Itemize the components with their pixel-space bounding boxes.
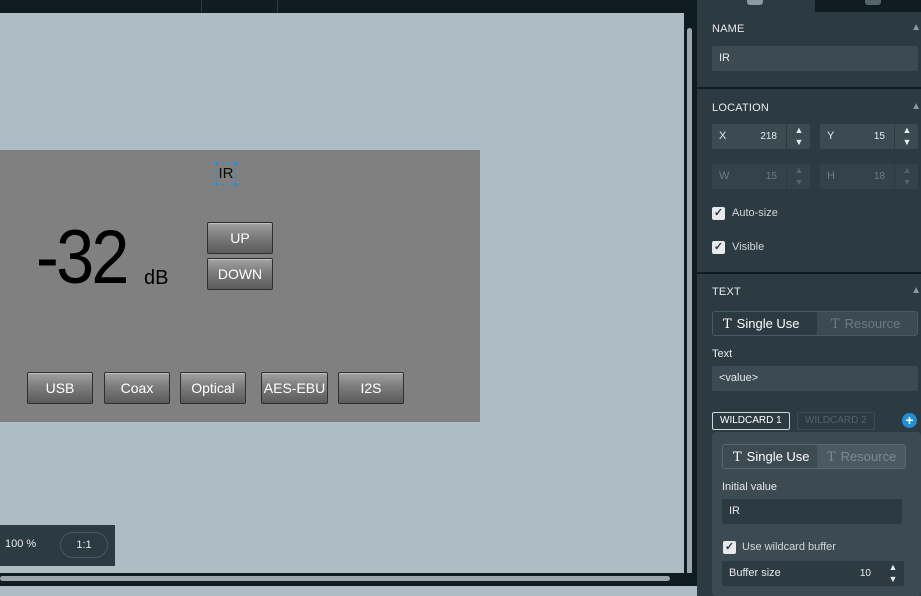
h-stepper: ▲ ▼ xyxy=(894,164,918,189)
x-stepper[interactable]: ▲ ▼ xyxy=(786,124,810,149)
initial-value-label: Initial value xyxy=(722,481,778,493)
y-field[interactable]: Y 15 ▲ ▼ xyxy=(820,124,918,149)
volume-value: -32 xyxy=(36,215,129,300)
w-stepper: ▲ ▼ xyxy=(786,164,810,189)
initial-value: IR xyxy=(729,505,740,517)
wildcard-resource-label: Resource xyxy=(840,449,897,464)
input-coax-button[interactable]: Coax xyxy=(104,372,170,404)
text-type-icon: T xyxy=(723,317,732,332)
canvas-bottom-strip xyxy=(0,586,697,596)
resize-handle[interactable] xyxy=(215,183,218,186)
panel-tabs xyxy=(697,0,921,12)
h-field: H 18 ▲ ▼ xyxy=(820,164,918,189)
zoom-reset-button[interactable]: 1:1 xyxy=(60,532,108,558)
w-value: 15 xyxy=(765,171,777,182)
visible-label: Visible xyxy=(732,241,765,253)
tab-wildcard-1[interactable]: WILDCARD 1 xyxy=(712,412,790,430)
collapse-name-icon[interactable]: ▲ xyxy=(911,22,921,33)
horizontal-scroll-thumb[interactable] xyxy=(0,576,670,581)
x-value: 218 xyxy=(760,131,777,142)
h-value: 18 xyxy=(873,171,885,182)
resize-handle[interactable] xyxy=(215,162,218,165)
wildcard-settings: T Single Use T Resource Initial value IR ✓… xyxy=(712,432,921,596)
tab-wildcard-2[interactable]: WILDCARD 2 xyxy=(797,412,875,430)
collapse-location-icon[interactable]: ▲ xyxy=(911,101,921,112)
buffer-size-stepper[interactable]: ▲ ▼ xyxy=(880,561,904,586)
y-stepper[interactable]: ▲ ▼ xyxy=(894,124,918,149)
section-title-text: TEXT xyxy=(712,286,741,298)
section-divider xyxy=(697,87,921,89)
w-increment-icon: ▲ xyxy=(794,165,804,175)
add-wildcard-icon[interactable]: + xyxy=(902,413,917,428)
single-use-label: Single Use xyxy=(736,316,800,331)
wildcard-single-use-label: Single Use xyxy=(746,449,810,464)
properties-tab-icon xyxy=(747,0,763,5)
single-use-option[interactable]: T Single Use xyxy=(713,312,817,335)
use-buffer-label: Use wildcard buffer xyxy=(742,541,836,553)
buffer-size-value: 10 xyxy=(859,568,871,579)
y-value: 15 xyxy=(873,131,885,142)
resource-option[interactable]: T Resource xyxy=(831,312,900,335)
ir-label-text: IR xyxy=(218,165,234,182)
input-aes-ebu-button[interactable]: AES-EBU xyxy=(261,372,328,404)
name-value: IR xyxy=(719,52,730,64)
autosize-label: Auto-size xyxy=(732,207,778,219)
toolbar-divider xyxy=(277,0,278,12)
properties-panel: NAME ▲ IR LOCATION ▲ X 218 ▲ ▼ Y 15 ▲ ▼ W … xyxy=(697,0,921,596)
x-field[interactable]: X 218 ▲ ▼ xyxy=(712,124,810,149)
h-decrement-icon: ▼ xyxy=(902,177,912,187)
y-label: Y xyxy=(827,130,835,142)
resource-label: Resource xyxy=(844,316,901,331)
initial-value-field[interactable]: IR xyxy=(722,499,902,524)
collapse-text-icon[interactable]: ▲ xyxy=(911,285,921,296)
x-increment-icon[interactable]: ▲ xyxy=(787,124,811,136)
y-increment-icon[interactable]: ▲ xyxy=(895,124,919,136)
section-divider xyxy=(697,272,921,274)
section-title-name: NAME xyxy=(712,23,745,35)
up-button[interactable]: UP xyxy=(207,222,273,254)
zoom-percent: 100 % xyxy=(5,538,37,550)
buffer-increment-icon[interactable]: ▲ xyxy=(881,561,905,573)
down-button[interactable]: DOWN xyxy=(207,258,273,290)
resize-handle[interactable] xyxy=(234,162,237,165)
text-value: <value> xyxy=(719,372,759,384)
resize-handle[interactable] xyxy=(234,183,237,186)
h-increment-icon: ▲ xyxy=(902,165,912,175)
use-buffer-checkbox[interactable]: ✓ xyxy=(723,541,736,554)
resource-type-icon: T xyxy=(831,317,840,332)
input-optical-button[interactable]: Optical xyxy=(180,372,246,404)
buffer-size-field[interactable]: Buffer size 10 ▲ ▼ xyxy=(722,561,904,586)
wildcard-text-type-icon: T xyxy=(733,450,742,465)
h-label: H xyxy=(827,170,835,182)
wildcard-source-toggle[interactable]: T Single Use T Resource xyxy=(722,444,906,469)
section-title-location: LOCATION xyxy=(712,102,770,114)
name-field[interactable]: IR xyxy=(712,46,918,71)
buffer-size-label: Buffer size xyxy=(729,567,781,579)
wildcard-resource-option[interactable]: T Resource xyxy=(827,445,896,468)
toolbar-divider xyxy=(201,0,202,12)
w-label: W xyxy=(719,170,730,182)
input-i2s-button[interactable]: I2S xyxy=(338,372,404,404)
text-source-toggle[interactable]: T Single Use T Resource xyxy=(712,311,918,336)
autosize-checkbox[interactable]: ✓ xyxy=(712,207,725,220)
wildcard-resource-type-icon: T xyxy=(827,450,836,465)
vertical-scroll-thumb[interactable] xyxy=(687,28,692,584)
w-decrement-icon: ▼ xyxy=(794,177,804,187)
input-usb-button[interactable]: USB xyxy=(27,372,93,404)
selected-text-widget[interactable]: IR xyxy=(215,162,237,186)
zoom-bar: 100 % 1:1 xyxy=(0,525,115,566)
text-value-field[interactable]: <value> xyxy=(712,366,918,391)
interactions-tab-icon[interactable] xyxy=(865,0,881,5)
buffer-decrement-icon[interactable]: ▼ xyxy=(881,573,905,585)
w-field: W 15 ▲ ▼ xyxy=(712,164,810,189)
x-label: X xyxy=(719,130,727,142)
text-field-label: Text xyxy=(712,348,733,360)
volume-unit: dB xyxy=(144,267,169,289)
y-decrement-icon[interactable]: ▼ xyxy=(895,136,919,148)
wildcard-single-use-option[interactable]: T Single Use xyxy=(723,445,817,468)
x-decrement-icon[interactable]: ▼ xyxy=(787,136,811,148)
tab-properties[interactable] xyxy=(697,0,815,12)
editor-top-bar xyxy=(0,0,697,13)
visible-checkbox[interactable]: ✓ xyxy=(712,241,725,254)
